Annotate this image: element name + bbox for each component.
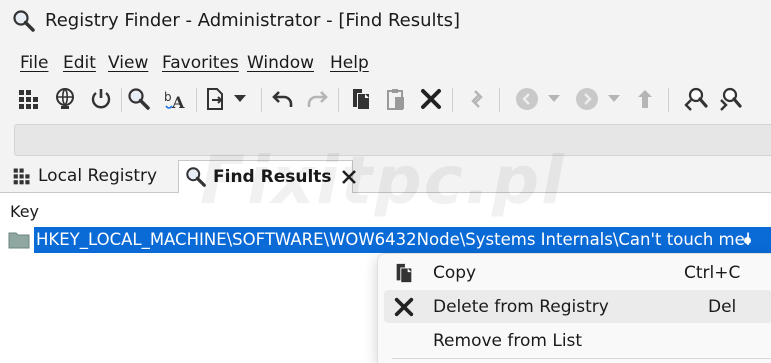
toolbar-separator <box>261 88 262 112</box>
network-registry-icon[interactable] <box>50 84 80 114</box>
context-menu-copy[interactable]: Copy Ctrl+C <box>384 256 771 289</box>
toolbar-separator <box>338 88 339 112</box>
title-bar: Registry Finder - Administrator - [Find … <box>0 0 771 44</box>
copy-icon[interactable] <box>346 84 376 114</box>
magnifier-icon <box>185 166 207 188</box>
find-next-icon[interactable] <box>716 84 746 114</box>
dropdown-arrow-icon[interactable] <box>230 84 250 114</box>
context-menu-shortcut: Ctrl+C <box>684 263 741 283</box>
tab-label: Local Registry <box>38 166 158 186</box>
paste-icon[interactable] <box>381 84 411 114</box>
dropdown-arrow-icon[interactable] <box>604 84 624 114</box>
menu-window[interactable]: Window <box>247 53 314 73</box>
dropdown-arrow-icon[interactable] <box>544 84 564 114</box>
result-key-path: HKEY_LOCAL_MACHINE\SOFTWARE\WOW6432Node\… <box>36 230 752 249</box>
menu-favorites[interactable]: Favorites <box>162 53 239 73</box>
context-menu-label: Delete from Registry <box>433 297 609 317</box>
replace-icon[interactable]: bA <box>160 84 190 114</box>
tab-find-results[interactable]: Find Results <box>178 160 356 193</box>
menu-bar: File Edit View Favorites Window Help <box>0 44 771 80</box>
context-menu-separator <box>392 358 771 359</box>
delete-icon[interactable] <box>416 84 446 114</box>
toolbar: bA <box>0 80 771 120</box>
svg-text:A: A <box>171 93 185 112</box>
menu-file[interactable]: File <box>20 53 48 73</box>
undo-icon[interactable] <box>268 84 298 114</box>
registry-grid-icon <box>12 166 32 186</box>
up-icon[interactable] <box>630 84 660 114</box>
svg-text:b: b <box>164 90 172 104</box>
toolbar-separator <box>499 88 500 112</box>
toolbar-separator <box>452 88 453 112</box>
column-header-key[interactable]: Key <box>10 202 39 221</box>
magnifier-icon <box>12 9 36 38</box>
tab-label: Find Results <box>213 167 332 187</box>
menu-help[interactable]: Help <box>330 53 369 73</box>
delete-icon <box>392 295 416 319</box>
menu-view[interactable]: View <box>108 53 148 73</box>
context-menu-delete-from-registry[interactable]: Delete from Registry Del <box>384 290 771 323</box>
toolbar-separator <box>196 88 197 112</box>
registry-grid-icon[interactable] <box>14 84 44 114</box>
toolbar-separator <box>668 88 669 112</box>
address-bar-strip <box>0 120 771 160</box>
folder-icon <box>8 231 30 254</box>
toolbar-separator <box>121 88 122 112</box>
close-icon[interactable] <box>341 169 357 185</box>
find-previous-icon[interactable] <box>680 84 710 114</box>
export-icon[interactable] <box>200 84 230 114</box>
menu-edit[interactable]: Edit <box>63 53 96 73</box>
context-menu-label: Remove from List <box>433 331 583 351</box>
context-menu-remove-from-list[interactable]: Remove from List <box>384 324 771 357</box>
result-key-text: HKEY_LOCAL_MACHINE\SOFTWARE\WOW6432Node\… <box>34 227 771 253</box>
forward-icon[interactable] <box>572 84 602 114</box>
refresh-icon[interactable] <box>462 84 492 114</box>
back-icon[interactable] <box>512 84 542 114</box>
address-bar[interactable] <box>14 124 771 156</box>
window-title: Registry Finder - Administrator - [Find … <box>45 10 460 31</box>
result-row[interactable]: HKEY_LOCAL_MACHINE\SOFTWARE\WOW6432Node\… <box>8 227 771 253</box>
find-icon[interactable] <box>124 84 154 114</box>
tab-local-registry[interactable]: Local Registry <box>8 160 178 192</box>
context-menu: Copy Ctrl+C Delete from Registry Del Rem… <box>377 253 771 363</box>
power-icon[interactable] <box>86 84 116 114</box>
context-menu-label: Copy <box>433 263 477 283</box>
redo-icon[interactable] <box>302 84 332 114</box>
context-menu-shortcut: Del <box>708 297 737 317</box>
tab-strip: Local Registry Find Results <box>0 160 771 193</box>
copy-icon <box>392 261 416 285</box>
